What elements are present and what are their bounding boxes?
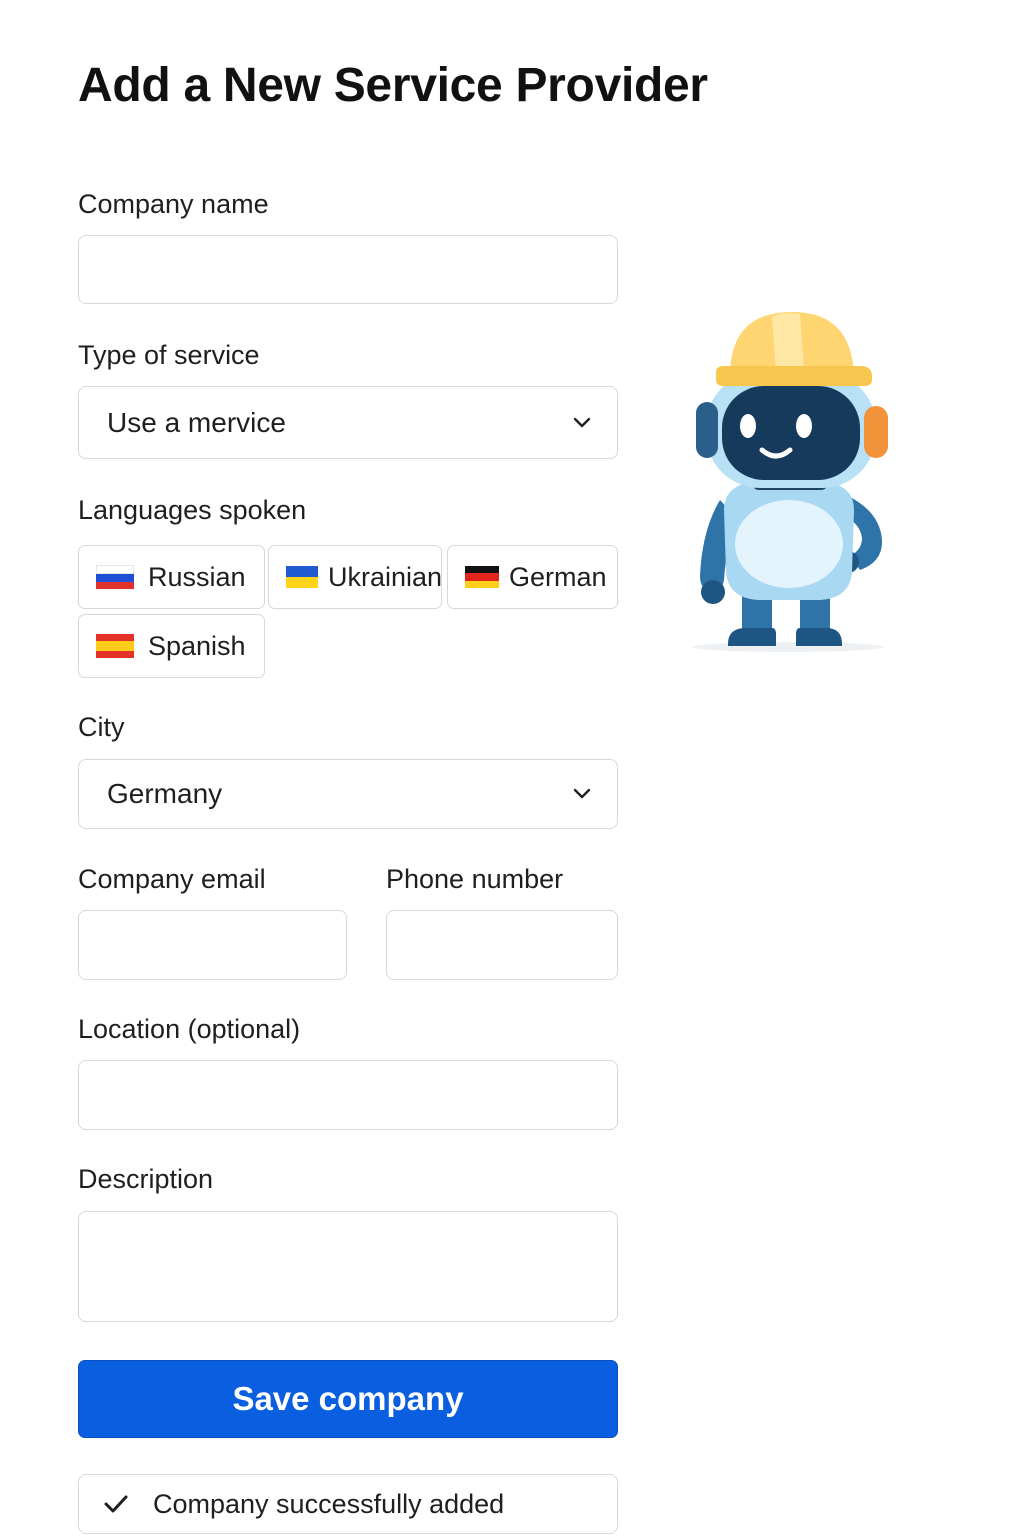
city-value: Germany <box>107 778 223 809</box>
germany-flag-gold-stripe <box>465 580 499 588</box>
language-chip-german[interactable]: German <box>447 545 618 609</box>
spain-flag-red-stripe-bottom <box>96 651 134 659</box>
language-chip-label: Spanish <box>148 630 246 661</box>
save-company-button[interactable]: Save company <box>78 1360 618 1438</box>
description-field[interactable] <box>78 1211 618 1322</box>
company-name-input[interactable] <box>79 236 617 303</box>
spain-flag-yellow-stripe <box>96 640 134 652</box>
russia-flag-blue-stripe <box>96 574 134 582</box>
company-email-field[interactable] <box>78 910 347 980</box>
description-label: Description <box>78 1164 214 1194</box>
toast-message: Company successfully added <box>153 1488 505 1519</box>
language-chip-label: German <box>509 561 607 592</box>
service-type-select[interactable]: Use a mervice <box>78 386 618 459</box>
spain-flag-icon <box>96 634 134 659</box>
service-type-value: Use a mervice <box>107 406 286 438</box>
ukraine-flag-yellow-stripe <box>286 577 318 588</box>
description-textarea[interactable] <box>79 1212 617 1321</box>
language-chip-label: Ukrainian <box>328 561 443 592</box>
russia-flag-white-stripe <box>96 565 134 575</box>
russia-flag-red-stripe <box>96 581 134 589</box>
city-label: City <box>78 712 125 742</box>
chevron-down-icon <box>573 417 591 427</box>
robot-worker-mascot-icon <box>692 312 888 652</box>
company-email-input[interactable] <box>79 911 346 979</box>
russia-flag-icon <box>96 565 134 589</box>
phone-number-label: Phone number <box>386 864 564 894</box>
spain-flag-red-stripe-top <box>96 634 134 641</box>
company-name-field[interactable] <box>78 235 618 304</box>
page-title: Add a New Service Provider <box>78 59 708 112</box>
ukraine-flag-icon <box>286 566 318 588</box>
language-chip-spanish[interactable]: Spanish <box>78 614 265 678</box>
phone-number-input[interactable] <box>387 911 617 979</box>
chevron-down-icon <box>573 788 591 799</box>
service-type-label: Type of service <box>78 340 260 370</box>
language-chip-russian[interactable]: Russian <box>78 545 265 609</box>
checkmark-icon <box>104 1495 128 1513</box>
location-label-main: Location <box>78 1014 181 1044</box>
language-chip-ukrainian[interactable]: Ukrainian <box>268 545 442 609</box>
location-label: Location (optional) <box>78 1014 300 1045</box>
germany-flag-black-stripe <box>465 566 499 574</box>
germany-flag-red-stripe <box>465 573 499 581</box>
city-select[interactable]: Germany <box>78 759 618 829</box>
ukraine-flag-blue-stripe <box>286 566 318 577</box>
language-chip-label: Russian <box>148 561 246 592</box>
location-input[interactable] <box>79 1061 617 1129</box>
phone-number-field[interactable] <box>386 910 618 980</box>
germany-flag-icon <box>465 566 499 588</box>
company-email-label: Company email <box>78 864 266 894</box>
success-toast: Company successfully added <box>78 1474 618 1534</box>
languages-label: Languages spoken <box>78 495 307 525</box>
company-name-label: Company name <box>78 189 269 219</box>
location-field[interactable] <box>78 1060 618 1130</box>
location-label-optional: (optional) <box>187 1014 301 1044</box>
